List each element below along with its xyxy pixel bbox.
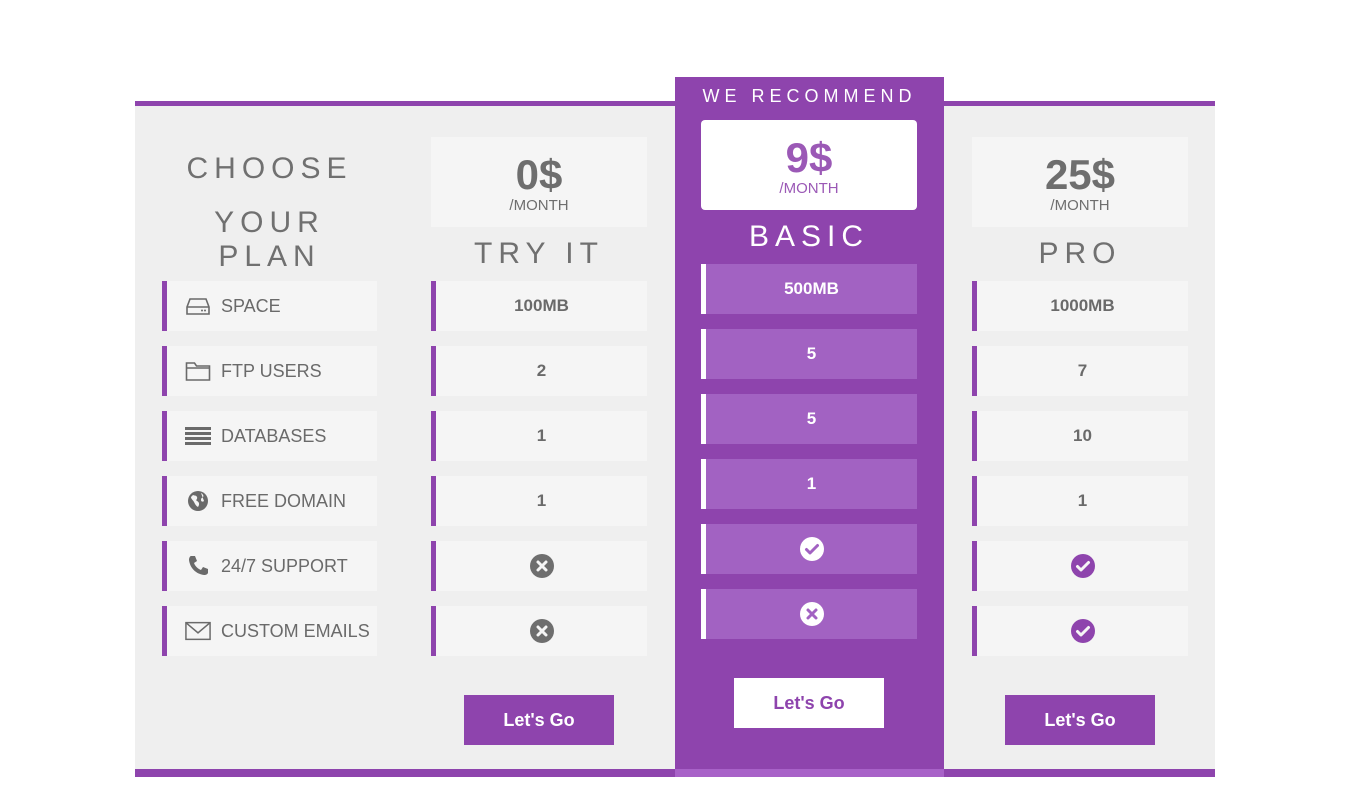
- pro-databases-value: 10: [972, 411, 1188, 461]
- price-period: /MONTH: [779, 180, 839, 197]
- price-box-basic: 9$ /MONTH: [701, 120, 917, 210]
- basic-ftp-value: 5: [701, 329, 917, 379]
- globe-icon: [185, 490, 211, 512]
- price-period: /MONTH: [509, 197, 569, 214]
- check-circle-icon: [799, 537, 824, 561]
- feature-free-domain: FREE DOMAIN: [162, 476, 377, 526]
- price-box-try-it: 0$ /MONTH: [431, 137, 647, 227]
- choose-heading-line1: CHOOSE: [186, 152, 353, 185]
- basic-domain-value: 1: [701, 459, 917, 509]
- pro-emails-cell: [972, 606, 1188, 656]
- feature-label: FREE DOMAIN: [221, 490, 347, 511]
- lets-go-button-pro[interactable]: Let's Go: [1005, 695, 1155, 745]
- price-period: /MONTH: [1050, 197, 1110, 214]
- try-it-support-cell: [431, 541, 647, 591]
- feature-label: SPACE: [221, 295, 281, 316]
- plan-name-pro: PRO: [1038, 237, 1122, 270]
- check-circle-icon: [1070, 554, 1095, 578]
- feature-label: CUSTOM EMAILS: [221, 620, 370, 641]
- pro-domain-value: 1: [972, 476, 1188, 526]
- x-circle-icon: [529, 554, 554, 578]
- basic-databases-value: 5: [701, 394, 917, 444]
- price: 25$: [1044, 151, 1116, 198]
- folder-icon: [185, 360, 211, 382]
- hard-drive-icon: [185, 295, 211, 317]
- basic-space-value: 500MB: [701, 264, 917, 314]
- plan-name-try-it: TRY IT: [474, 237, 604, 270]
- try-it-space-value: 100MB: [431, 281, 647, 331]
- try-it-emails-cell: [431, 606, 647, 656]
- price: 0$: [515, 151, 563, 198]
- phone-icon: [185, 555, 211, 577]
- lets-go-button-try-it[interactable]: Let's Go: [464, 695, 614, 745]
- choose-heading-line2: YOUR PLAN: [214, 206, 325, 273]
- feature-space: SPACE: [162, 281, 377, 331]
- basic-emails-cell: [701, 589, 917, 639]
- pro-support-cell: [972, 541, 1188, 591]
- x-circle-icon: [529, 619, 554, 643]
- feature-databases: DATABASES: [162, 411, 377, 461]
- feature-label: 24/7 SUPPORT: [221, 555, 348, 576]
- x-circle-icon: [799, 602, 824, 626]
- try-it-ftp-value: 2: [431, 346, 647, 396]
- check-circle-icon: [1070, 619, 1095, 643]
- price-box-pro: 25$ /MONTH: [972, 137, 1188, 227]
- recommend-label: WE RECOMMEND: [702, 86, 917, 106]
- feature-support: 24/7 SUPPORT: [162, 541, 377, 591]
- plan-name-basic: BASIC: [748, 220, 870, 253]
- try-it-domain-value: 1: [431, 476, 647, 526]
- feature-ftp-users: FTP USERS: [162, 346, 377, 396]
- basic-support-cell: [701, 524, 917, 574]
- pro-ftp-value: 7: [972, 346, 1188, 396]
- pro-space-value: 1000MB: [972, 281, 1188, 331]
- database-icon: [185, 425, 211, 447]
- feature-custom-emails: CUSTOM EMAILS: [162, 606, 377, 656]
- try-it-databases-value: 1: [431, 411, 647, 461]
- feature-label: FTP USERS: [221, 360, 322, 381]
- recommended-column-bottom-bar: [675, 769, 944, 777]
- price: 9$: [785, 134, 833, 181]
- envelope-icon: [185, 620, 211, 642]
- feature-label: DATABASES: [221, 425, 327, 446]
- lets-go-button-basic[interactable]: Let's Go: [734, 678, 884, 728]
